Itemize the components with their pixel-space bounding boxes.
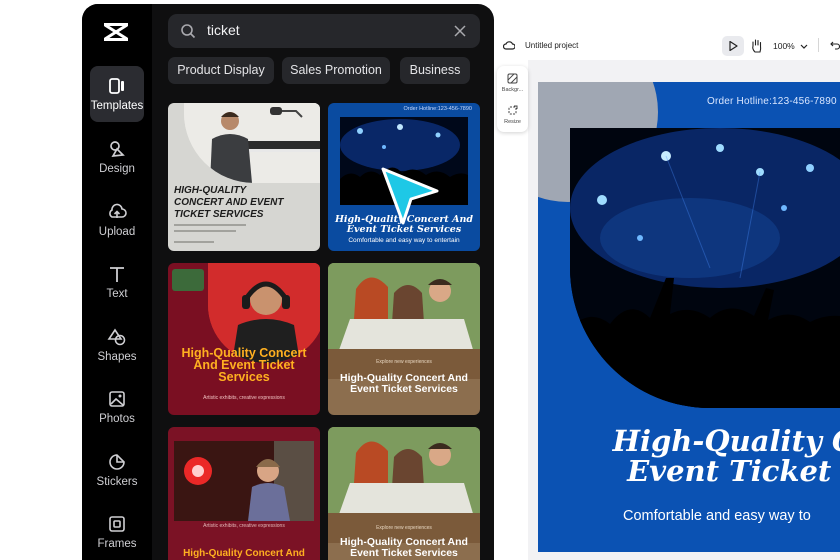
sidebar-item-stickers[interactable]: Stickers (90, 442, 144, 498)
capcut-logo-icon[interactable] (102, 20, 130, 44)
arrow-pointer-icon (729, 41, 738, 51)
select-tool-button[interactable] (722, 36, 744, 56)
cloud-icon[interactable] (503, 40, 515, 50)
background-label[interactable]: Backgr... (497, 87, 528, 93)
toolbar-divider (818, 38, 819, 52)
template-hotline: Order Hotline:123-456-7890 (403, 106, 473, 112)
resize-label[interactable]: Resize (497, 119, 528, 125)
template-card[interactable]: HIGH-QUALITY CONCERT AND EVENT TICKET SE… (168, 103, 320, 251)
upload-icon (109, 203, 127, 218)
search-value: ticket (207, 22, 240, 38)
musician-piano-image (184, 103, 320, 183)
canvas-side-tools: Backgr... Resize (497, 66, 528, 132)
sidebar-item-label: Text (106, 288, 128, 300)
template-photo (328, 263, 480, 353)
poster-hotline[interactable]: Order Hotline:123-456-7890 (707, 96, 837, 107)
sidebar-item-label: Shapes (97, 351, 137, 363)
poster-title-line: High-Quality Con (612, 424, 840, 458)
resize-icon[interactable] (507, 105, 518, 116)
poster-title[interactable]: High-Quality Con Event Ticket Se (554, 426, 840, 486)
sidebar-item-label: Templates (90, 100, 144, 112)
template-small-text: Explore new experiences (376, 359, 432, 365)
template-card[interactable]: Artistic exhibits, creative expressions … (168, 427, 320, 560)
poster-title-line: Event Ticket Se (627, 454, 840, 488)
templates-icon (109, 78, 124, 94)
template-card[interactable]: Explore new experiences High-Quality Con… (328, 263, 480, 415)
template-title: High-Quality Concert And Event Ticket Se… (340, 536, 468, 559)
sidebar: Templates Design Upload Text Shapes Phot… (82, 4, 152, 560)
category-chip-business[interactable]: Business (400, 57, 470, 84)
sidebar-item-design[interactable]: Design (90, 129, 144, 185)
close-icon[interactable] (454, 25, 466, 37)
poster-photo[interactable] (570, 128, 840, 408)
concert-crowd-image (570, 128, 840, 408)
template-card[interactable]: Explore new experiences High-Quality Con… (328, 427, 480, 560)
text-line (174, 224, 246, 226)
project-name[interactable]: Untitled project (525, 41, 578, 50)
shapes-icon (107, 328, 126, 346)
template-photo (328, 427, 480, 517)
template-card[interactable]: High-Quality Concert And Event Ticket Se… (168, 263, 320, 415)
poster-subtitle[interactable]: Comfortable and easy way to (623, 508, 811, 524)
pointer-cursor-icon (381, 167, 439, 225)
poster-canvas[interactable]: Order Hotline:123-456-7890 High-Quality … (538, 82, 840, 552)
sidebar-item-shapes[interactable]: Shapes (90, 317, 144, 373)
sidebar-item-label: Frames (97, 538, 137, 550)
sidebar-item-upload[interactable]: Upload (90, 192, 144, 248)
category-chip-product-display[interactable]: Product Display (168, 57, 274, 84)
template-photo (174, 441, 314, 521)
sidebar-item-label: Design (99, 163, 135, 175)
sidebar-item-photos[interactable]: Photos (90, 379, 144, 435)
template-small-text: Explore new experiences (376, 525, 432, 531)
sidebar-item-frames[interactable]: Frames (90, 504, 144, 560)
undo-icon[interactable] (830, 40, 840, 50)
zoom-level[interactable]: 100% (773, 41, 795, 51)
sidebar-item-text[interactable]: Text (90, 254, 144, 310)
neon-sign-decoration (172, 269, 204, 291)
friends-group-image (328, 427, 480, 517)
sidebar-item-templates[interactable]: Templates (90, 66, 144, 122)
template-title: High-Quality Concert And Event Ticket Se… (183, 548, 305, 560)
text-line (174, 230, 236, 232)
template-photo (184, 103, 320, 183)
chevron-down-icon[interactable] (800, 44, 808, 49)
sidebar-item-label: Photos (99, 413, 135, 425)
design-icon (110, 141, 125, 158)
text-line (174, 241, 214, 243)
template-panel: Templates Design Upload Text Shapes Phot… (82, 4, 494, 560)
friends-group-image (328, 263, 480, 353)
template-small-text: Artistic exhibits, creative expressions (203, 523, 285, 529)
stickers-icon (109, 454, 125, 470)
template-title: High-Quality Concert And Event Ticket Se… (340, 372, 468, 395)
category-chip-sales-promotion[interactable]: Sales Promotion (282, 57, 390, 84)
hand-tool-icon[interactable] (750, 38, 763, 53)
template-subtitle: Comfortable and easy way to entertain (348, 237, 460, 244)
photos-icon (109, 391, 125, 407)
stage: Templates Design Upload Text Shapes Phot… (0, 0, 840, 560)
sidebar-item-label: Stickers (96, 476, 138, 488)
template-title: HIGH-QUALITY CONCERT AND EVENT TICKET SE… (174, 185, 284, 220)
singer-stage-image (174, 441, 314, 521)
search-input[interactable]: ticket (168, 14, 480, 48)
frames-icon (109, 516, 125, 532)
text-icon (110, 267, 124, 282)
sidebar-item-label: Upload (98, 226, 136, 238)
background-icon[interactable] (507, 73, 518, 84)
template-subtitle: Artistic exhibits, creative expressions (203, 395, 285, 401)
template-title: High-Quality Concert And Event Ticket Se… (181, 346, 307, 384)
search-icon (181, 24, 196, 39)
